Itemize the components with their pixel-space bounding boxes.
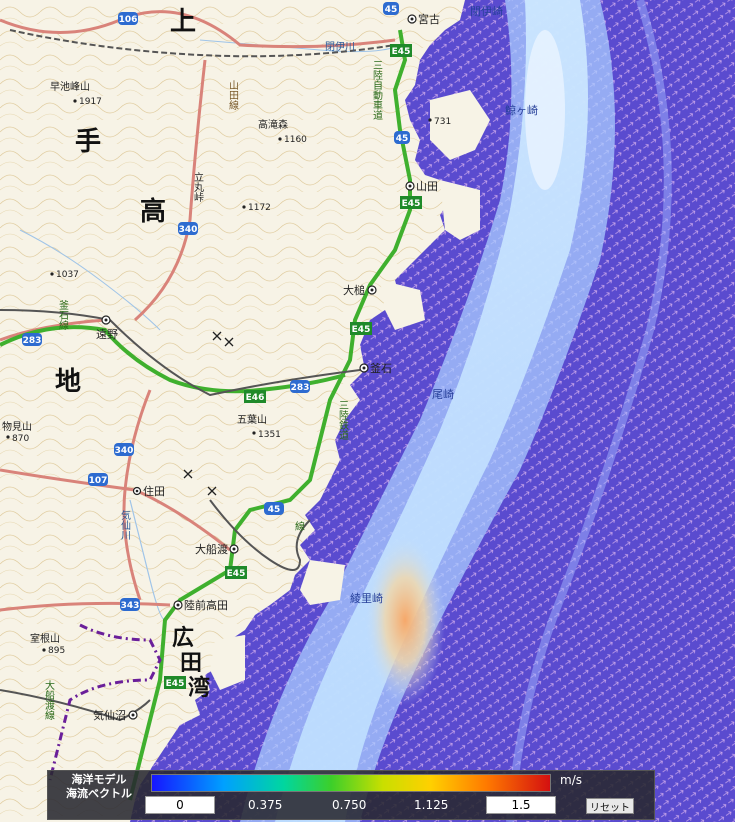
svg-text:E45: E45 bbox=[392, 47, 411, 57]
svg-text:895: 895 bbox=[48, 646, 65, 656]
svg-text:283: 283 bbox=[291, 383, 310, 393]
bay-label: 田 bbox=[180, 651, 202, 676]
reset-button[interactable]: リセット bbox=[586, 798, 634, 814]
railway-label: 線 bbox=[295, 520, 305, 533]
svg-text:E45: E45 bbox=[402, 199, 421, 209]
svg-text:343: 343 bbox=[121, 601, 140, 611]
route-shield-107: 107 bbox=[88, 473, 108, 486]
railway-label: 三陸鉄道 bbox=[337, 400, 349, 440]
svg-text:高滝森: 高滝森 bbox=[258, 118, 288, 131]
area-label: 手 bbox=[75, 127, 101, 157]
svg-text:早池峰山: 早池峰山 bbox=[50, 80, 90, 93]
svg-text:宮古: 宮古 bbox=[418, 12, 440, 26]
svg-text:遠野: 遠野 bbox=[96, 328, 118, 341]
svg-text:室根山: 室根山 bbox=[30, 632, 60, 645]
expressway-shield-e45: E45 bbox=[225, 566, 247, 579]
cape-label: 綾里崎 bbox=[350, 591, 383, 605]
svg-text:1037: 1037 bbox=[56, 270, 79, 280]
color-scale-bar bbox=[151, 774, 551, 792]
svg-text:住田: 住田 bbox=[143, 484, 165, 498]
railway-label: 釜石線 bbox=[57, 299, 69, 330]
river-label: 気仙川 bbox=[119, 509, 131, 540]
expressway-shield-e45: E45 bbox=[164, 676, 186, 689]
route-shield-106: 106 bbox=[118, 12, 138, 25]
route-shield-45: 45 bbox=[383, 2, 399, 15]
svg-text:大槌: 大槌 bbox=[343, 283, 365, 297]
svg-text:物見山: 物見山 bbox=[2, 420, 32, 433]
expressway-shield-e45: E45 bbox=[400, 196, 422, 209]
route-shield-45: 45 bbox=[264, 502, 284, 515]
railway-label: 山田線 bbox=[227, 80, 239, 110]
svg-text:1172: 1172 bbox=[248, 203, 271, 213]
expressway-shield-e45: E45 bbox=[350, 322, 372, 335]
svg-text:340: 340 bbox=[115, 446, 134, 456]
svg-text:870: 870 bbox=[12, 434, 29, 444]
route-shield-45: 45 bbox=[394, 131, 410, 144]
legend-tick: 0.750 bbox=[332, 798, 367, 812]
route-shield-340: 340 bbox=[114, 443, 134, 456]
expressway-shield-e46: E46 bbox=[244, 390, 266, 403]
svg-text:E45: E45 bbox=[227, 569, 246, 579]
map-canvas[interactable]: 上 手 高 地 広 田 湾 早池峰山 1917 高滝森 1160 1172 10… bbox=[0, 0, 735, 822]
area-label: 上 bbox=[170, 7, 196, 37]
svg-text:E46: E46 bbox=[246, 393, 265, 403]
cape-label: 閉伊崎 bbox=[470, 4, 503, 18]
svg-text:1160: 1160 bbox=[284, 135, 307, 145]
legend-panel: 海洋モデル 海流ベクトル m/s 0.375 0.750 1.125 リセット bbox=[47, 770, 655, 820]
expressway-shield-e45: E45 bbox=[390, 44, 412, 57]
svg-text:107: 107 bbox=[89, 476, 108, 486]
railway-label: 大船渡線 bbox=[43, 679, 55, 720]
cape-label: 尾崎 bbox=[432, 387, 454, 401]
svg-text:45: 45 bbox=[268, 505, 281, 515]
cape-label: 鯨ヶ崎 bbox=[505, 103, 538, 117]
route-shield-283: 283 bbox=[290, 380, 310, 393]
svg-text:1351: 1351 bbox=[258, 430, 281, 440]
svg-text:1917: 1917 bbox=[79, 97, 102, 107]
legend-tick: 0.375 bbox=[248, 798, 283, 812]
svg-text:731: 731 bbox=[434, 117, 451, 127]
river-label: 閉伊川 bbox=[325, 41, 355, 53]
svg-text:340: 340 bbox=[179, 225, 198, 235]
current-max-zone bbox=[365, 535, 445, 705]
max-value-input[interactable] bbox=[486, 796, 556, 814]
legend-title: 海洋モデル 海流ベクトル bbox=[66, 773, 132, 800]
svg-text:釜石: 釜石 bbox=[370, 361, 392, 375]
svg-text:283: 283 bbox=[23, 336, 42, 346]
route-shield-340: 340 bbox=[178, 222, 198, 235]
expressway-label: 三陸自動車道 bbox=[371, 60, 383, 120]
area-label: 地 bbox=[55, 367, 81, 397]
svg-text:五葉山: 五葉山 bbox=[237, 413, 267, 426]
legend-tick: 1.125 bbox=[414, 798, 449, 812]
bay-label: 広 bbox=[172, 625, 194, 651]
svg-text:106: 106 bbox=[119, 15, 138, 25]
svg-text:45: 45 bbox=[385, 5, 398, 15]
svg-text:大船渡: 大船渡 bbox=[195, 542, 228, 556]
svg-text:気仙沼: 気仙沼 bbox=[93, 708, 126, 722]
svg-text:E45: E45 bbox=[166, 679, 185, 689]
svg-text:陸前高田: 陸前高田 bbox=[184, 598, 228, 612]
legend-unit: m/s bbox=[560, 773, 582, 787]
bay-label: 湾 bbox=[188, 675, 210, 701]
pass-label: 立丸峠 bbox=[192, 171, 204, 203]
route-shield-283: 283 bbox=[22, 333, 42, 346]
min-value-input[interactable] bbox=[145, 796, 215, 814]
route-shield-343: 343 bbox=[120, 598, 140, 611]
svg-text:山田: 山田 bbox=[416, 180, 438, 193]
area-label: 高 bbox=[140, 196, 166, 227]
svg-text:45: 45 bbox=[396, 134, 409, 144]
svg-text:E45: E45 bbox=[352, 325, 371, 335]
